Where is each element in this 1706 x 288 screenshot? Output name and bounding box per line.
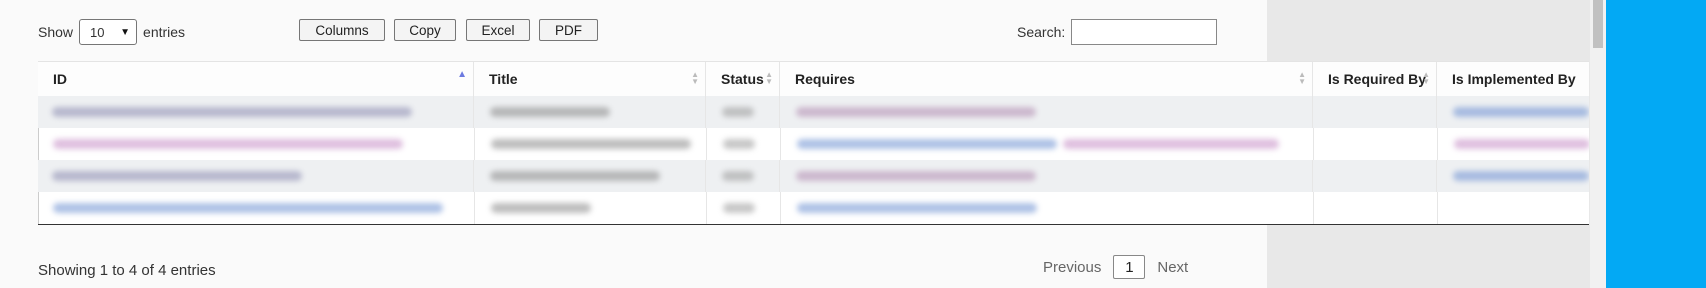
column-header-label: Is Required By [1328,71,1427,87]
column-header-label: ID [53,71,67,87]
table-cell-status [707,128,781,160]
sort-both-icon: ▲ ▼ [1422,70,1430,86]
table-cell-is-required-by [1314,128,1438,160]
pdf-button[interactable]: PDF [539,19,598,41]
table-cell-id[interactable] [38,160,474,192]
column-header-is-implemented-by[interactable]: Is Implemented By [1437,62,1589,96]
columns-button[interactable]: Columns [299,19,385,41]
length-menu-suffix: entries [143,24,186,40]
table-bottom-border [38,224,1589,225]
scrollbar-thumb[interactable] [1593,0,1603,48]
redacted-text [52,171,302,181]
redacted-text [491,139,691,149]
redacted-text [796,171,1036,181]
search-input[interactable] [1071,19,1218,45]
column-header-is-required-by[interactable]: Is Required By ▲ ▼ [1313,62,1437,96]
redacted-text [797,139,1057,149]
table-cell-id[interactable] [39,128,475,160]
previous-button[interactable]: Previous [1043,259,1101,276]
sort-both-icon: ▲ ▼ [691,70,699,86]
redacted-text [797,203,1037,213]
chevron-down-icon: ▼ [120,26,131,38]
redacted-text [52,107,412,117]
column-header-label: Is Implemented By [1452,71,1576,87]
redacted-text [722,171,754,181]
table-cell-title [474,96,706,128]
table-cell-status [707,192,781,224]
table-cell-is-implemented-by[interactable] [1437,160,1589,192]
table-cell-is-required-by [1314,192,1438,224]
table-cell-title [474,160,706,192]
table-row [38,160,1589,192]
copy-button[interactable]: Copy [394,19,456,41]
redacted-text [1453,171,1589,181]
redacted-text [1454,139,1589,149]
length-menu-prefix: Show [38,24,74,40]
length-menu: Show 10 ▼ entries [38,19,185,45]
entries-per-page-select[interactable]: 10 ▼ [79,19,138,45]
page-button-current[interactable]: 1 [1113,255,1146,279]
table-cell-requires[interactable] [780,96,1313,128]
redacted-text [723,203,755,213]
excel-button[interactable]: Excel [466,19,530,41]
table-info: Showing 1 to 4 of 4 entries [38,262,216,279]
sort-both-icon: ▲ ▼ [1298,70,1306,86]
column-header-requires[interactable]: Requires ▲ ▼ [780,62,1313,96]
redacted-text [796,107,1036,117]
table-cell-is-implemented-by[interactable] [1438,128,1589,160]
table-cell-is-implemented-by [1438,192,1589,224]
redacted-text [1063,139,1279,149]
table-cell-title [475,128,707,160]
redacted-text [491,203,591,213]
table-cell-id[interactable] [38,96,474,128]
table-row [38,96,1589,128]
column-header-label: Title [489,71,518,87]
redacted-text [1453,107,1589,117]
column-header-title[interactable]: Title ▲ ▼ [474,62,706,96]
column-header-label: Requires [795,71,855,87]
datatable-wrapper: Show 10 ▼ entries Columns Copy Excel PDF… [0,0,1589,288]
table-cell-status [706,96,780,128]
blue-side-panel [1606,0,1706,288]
table-cell-is-required-by [1313,160,1437,192]
table-row [38,192,1589,224]
table-cell-is-implemented-by[interactable] [1437,96,1589,128]
table-cell-requires[interactable] [781,128,1314,160]
search-box: Search: [1017,19,1218,45]
redacted-text [53,139,403,149]
table-cell-id[interactable] [39,192,475,224]
next-button[interactable]: Next [1157,259,1188,276]
table-cell-is-required-by [1313,96,1437,128]
redacted-text [722,107,754,117]
redacted-text [53,203,443,213]
table-cell-requires[interactable] [781,192,1314,224]
table-row [38,128,1589,160]
table-header: ID ▲ Title ▲ ▼ Status ▲ ▼ Requires ▲ ▼ Is R… [38,61,1589,97]
column-header-id[interactable]: ID ▲ [38,62,474,96]
entries-per-page-value: 10 [90,24,105,40]
search-label: Search: [1017,24,1066,40]
column-header-label: Status [721,71,764,87]
table-cell-status [706,160,780,192]
sort-both-icon: ▲ ▼ [765,70,773,86]
redacted-text [490,171,660,181]
pagination: Previous 1 Next [1043,255,1188,279]
column-header-status[interactable]: Status ▲ ▼ [706,62,780,96]
table-cell-title [475,192,707,224]
sort-ascending-icon: ▲ [457,69,467,80]
redacted-text [490,107,610,117]
table-cell-requires[interactable] [780,160,1313,192]
redacted-text [723,139,755,149]
